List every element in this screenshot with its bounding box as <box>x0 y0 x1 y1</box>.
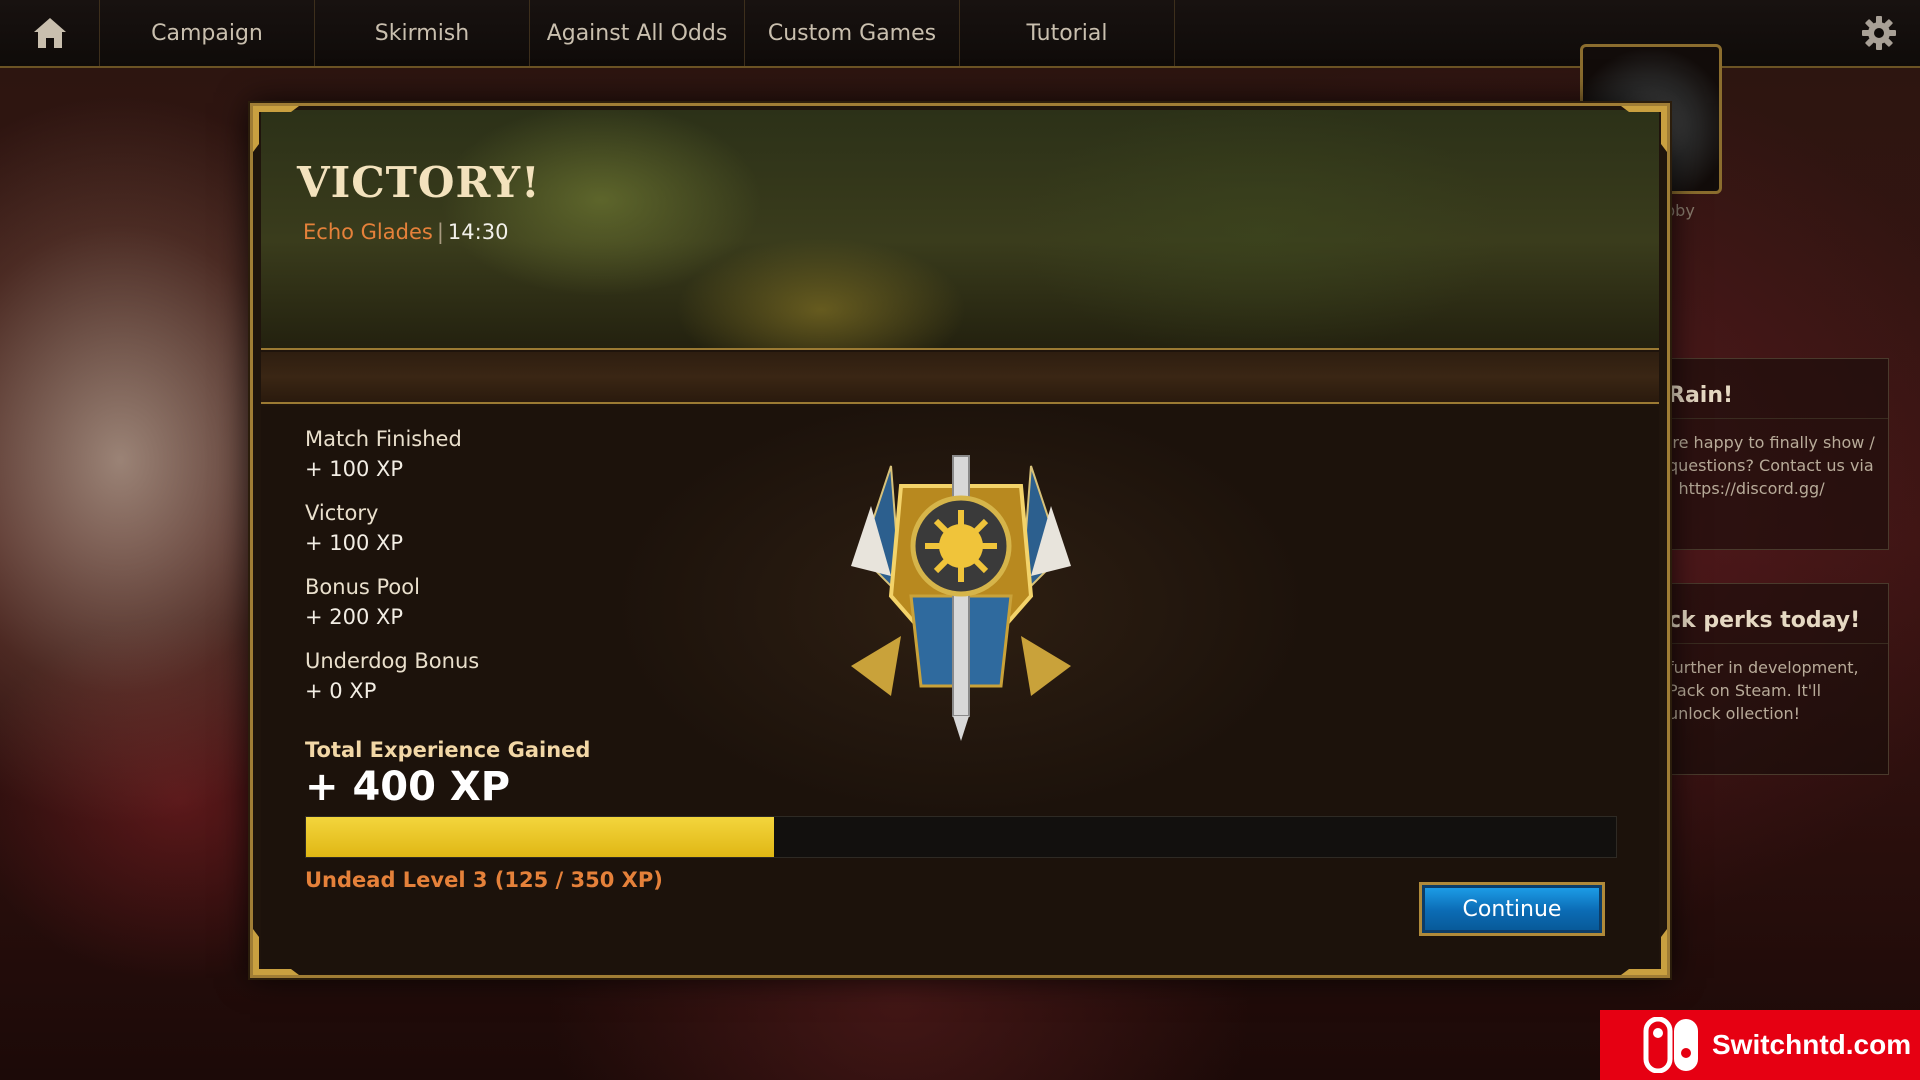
promo-card[interactable]: ck perks today! further in development, … <box>1655 583 1889 775</box>
xp-item: Match Finished + 100 XP <box>305 424 479 484</box>
xp-item-label: Bonus Pool <box>305 575 420 599</box>
home-icon <box>33 18 66 48</box>
xp-item: Victory + 100 XP <box>305 498 479 558</box>
promo-card-heading: ck perks today! <box>1656 584 1888 644</box>
xp-item-label: Underdog Bonus <box>305 649 480 673</box>
xp-item-value: + 100 XP <box>305 531 404 555</box>
corner-ornament <box>253 106 299 152</box>
tab-against-all-odds[interactable]: Against All Odds <box>530 0 745 66</box>
nintendo-switch-logo-icon <box>1643 1017 1698 1073</box>
match-duration: 14:30 <box>447 220 509 244</box>
tab-tutorial[interactable]: Tutorial <box>960 0 1175 66</box>
header-divider-band <box>261 352 1659 404</box>
settings-button[interactable] <box>1838 0 1920 66</box>
news-card[interactable]: Rain! 're happy to finally show / questi… <box>1655 358 1889 550</box>
news-card-body: 're happy to finally show / questions? C… <box>1668 433 1875 498</box>
result-title: VICTORY! <box>297 158 541 207</box>
game-screen: Campaign Skirmish Against All Odds Custo… <box>0 0 1920 1080</box>
tab-custom-games[interactable]: Custom Games <box>745 0 960 66</box>
corner-ornament <box>1621 106 1667 152</box>
match-info: Echo Glades | 14:30 <box>303 220 508 244</box>
xp-item-value: + 100 XP <box>305 457 404 481</box>
corner-ornament <box>1621 929 1667 975</box>
xp-item-value: + 200 XP <box>305 605 404 629</box>
tab-skirmish[interactable]: Skirmish <box>315 0 530 66</box>
home-button[interactable] <box>0 0 100 66</box>
match-results-dialog: VICTORY! Echo Glades | 14:30 Match Finishe… <box>250 103 1670 978</box>
level-progress-text: Undead Level 3 (125 / 350 XP) <box>305 868 663 892</box>
xp-item-value: + 0 XP <box>305 679 377 703</box>
promo-card-body: further in development, Pack on Steam. I… <box>1668 658 1859 723</box>
news-card-heading: Rain! <box>1656 359 1888 419</box>
site-watermark: Switchntd.com <box>1600 1010 1920 1080</box>
gear-icon <box>1862 16 1896 50</box>
meta-separator: | <box>436 220 444 244</box>
total-xp-label: Total Experience Gained <box>305 738 591 762</box>
xp-progress-fill <box>306 817 774 857</box>
map-name: Echo Glades <box>303 220 433 244</box>
xp-breakdown: Match Finished + 100 XP Victory + 100 XP… <box>305 424 479 720</box>
results-body: Match Finished + 100 XP Victory + 100 XP… <box>261 406 1659 974</box>
faction-emblem-icon <box>851 455 1071 741</box>
xp-item: Bonus Pool + 200 XP <box>305 572 479 632</box>
xp-item-label: Match Finished <box>305 427 462 451</box>
xp-item-label: Victory <box>305 501 379 525</box>
continue-button[interactable]: Continue <box>1419 882 1605 936</box>
xp-item: Underdog Bonus + 0 XP <box>305 646 479 706</box>
corner-ornament <box>253 929 299 975</box>
continue-button-label: Continue <box>1425 888 1599 930</box>
results-header: VICTORY! Echo Glades | 14:30 <box>261 110 1659 350</box>
xp-progress-bar <box>305 816 1617 858</box>
watermark-text: Switchntd.com <box>1712 1029 1912 1060</box>
total-xp-value: + 400 XP <box>305 764 511 810</box>
tab-campaign[interactable]: Campaign <box>100 0 315 66</box>
